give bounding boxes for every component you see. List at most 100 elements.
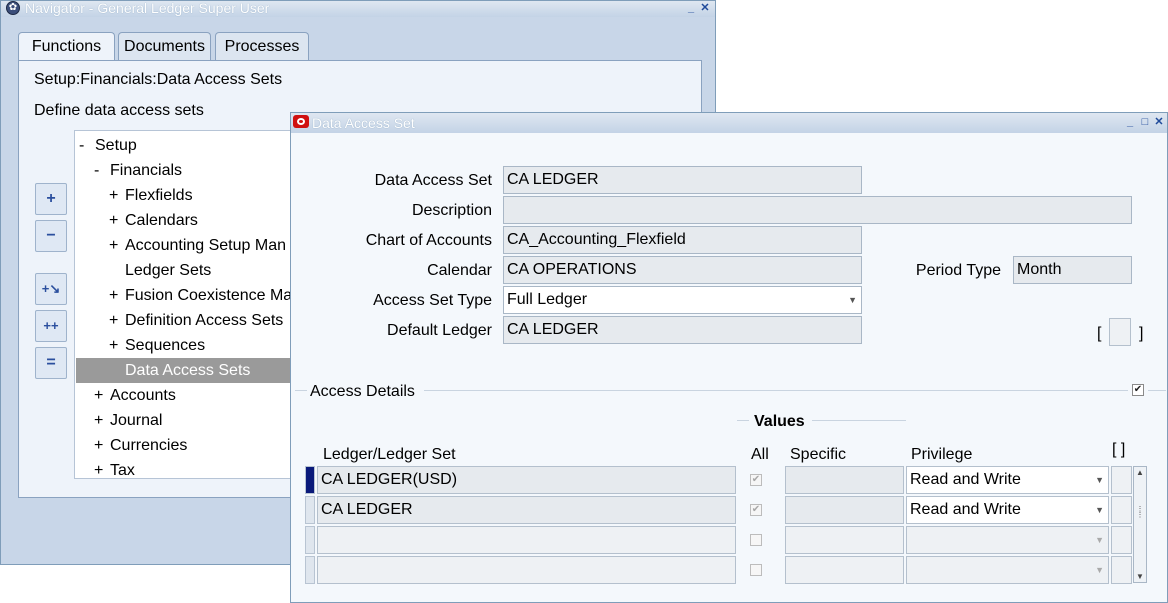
- privilege-value: Read and Write: [910, 501, 1021, 518]
- minimize-icon[interactable]: _: [1124, 116, 1136, 129]
- tree-item-selected[interactable]: Data Access Sets: [76, 358, 313, 383]
- tree-item-label: Accounts: [110, 387, 176, 404]
- scroll-up-icon[interactable]: ▲: [1134, 468, 1146, 477]
- collapse-button[interactable]: −: [35, 220, 67, 252]
- ledger-cell[interactable]: CA LEDGER(USD): [317, 466, 736, 494]
- dropdown-arrow-icon[interactable]: ▼: [848, 287, 857, 313]
- tab-documents[interactable]: Documents: [118, 32, 211, 61]
- period-type-label: Period Type: [915, 262, 1001, 279]
- description-field[interactable]: [503, 196, 1132, 224]
- row-dff-cell[interactable]: [1111, 556, 1132, 584]
- plus-icon: +: [46, 190, 56, 207]
- dropdown-arrow-icon[interactable]: ▼: [1095, 557, 1104, 583]
- record-indicator[interactable]: [305, 526, 315, 554]
- privilege-select[interactable]: Read and Write ▼: [906, 466, 1109, 494]
- dropdown-arrow-icon[interactable]: ▼: [1095, 467, 1104, 493]
- row-dff-cell[interactable]: [1111, 466, 1132, 494]
- app-logo-icon: ✿: [6, 1, 20, 15]
- privilege-select[interactable]: ▼: [906, 526, 1109, 554]
- tree-item[interactable]: - Setup: [79, 133, 137, 158]
- navigator-titlebar: ✿ Navigator - General Ledger Super User …: [1, 0, 715, 17]
- das-titlebar: Data Access Set _ □ ✕: [291, 113, 1167, 133]
- default-ledger-label: Default Ledger: [387, 322, 492, 339]
- current-record-indicator[interactable]: [305, 466, 315, 494]
- row-dff-cell[interactable]: [1111, 526, 1132, 554]
- tree-item[interactable]: - Financials: [94, 158, 182, 183]
- ledger-cell[interactable]: [317, 556, 736, 584]
- all-checkbox[interactable]: [750, 564, 762, 576]
- privilege-select[interactable]: ▼: [906, 556, 1109, 584]
- record-indicator[interactable]: [305, 556, 315, 584]
- expand-branch-button[interactable]: +↘: [35, 273, 67, 305]
- tree-item[interactable]: + Tax: [94, 458, 135, 479]
- all-checkbox[interactable]: ✔: [750, 504, 762, 516]
- descriptive-flexfield-box[interactable]: [1109, 318, 1131, 346]
- tab-processes[interactable]: Processes: [215, 32, 309, 61]
- tree-item[interactable]: + Journal: [94, 408, 162, 433]
- minimize-icon[interactable]: _: [685, 2, 697, 15]
- calendar-label: Calendar: [427, 262, 492, 279]
- specific-cell[interactable]: [785, 526, 904, 554]
- access-details-checkbox[interactable]: ✔: [1132, 384, 1144, 396]
- specific-cell[interactable]: [785, 466, 904, 494]
- access-set-type-select[interactable]: Full Ledger ▼: [503, 286, 862, 314]
- all-checkbox[interactable]: ✔: [750, 474, 762, 486]
- function-tree[interactable]: - Setup - Financials + Flexfields + Calendar…: [74, 130, 314, 479]
- dff-bracket-close: ]: [1139, 325, 1144, 342]
- tree-item[interactable]: + Definition Access Sets: [109, 308, 283, 333]
- chart-of-accounts-field[interactable]: CA_Accounting_Flexfield: [503, 226, 862, 254]
- collapse-all-button[interactable]: =: [35, 347, 67, 379]
- tree-item-label: Tax: [110, 462, 135, 479]
- tree-item-label: Sequences: [125, 337, 206, 354]
- record-indicator[interactable]: [305, 496, 315, 524]
- dropdown-arrow-icon[interactable]: ▼: [1095, 527, 1104, 553]
- ledger-cell[interactable]: [317, 526, 736, 554]
- scroll-thumb-icon[interactable]: ⋮ ⋮: [1134, 506, 1146, 519]
- chart-of-accounts-label: Chart of Accounts: [365, 232, 492, 249]
- tree-item[interactable]: + Currencies: [94, 433, 187, 458]
- tree-item[interactable]: + Accounts: [94, 383, 176, 408]
- function-path: Setup:Financials:Data Access Sets: [34, 71, 283, 88]
- close-icon[interactable]: ✕: [1153, 116, 1165, 129]
- default-ledger-field[interactable]: CA LEDGER: [503, 316, 862, 344]
- column-dff: [ ]: [1112, 441, 1126, 458]
- tree-item[interactable]: + Fusion Coexistence Ma: [109, 283, 292, 308]
- expand-branch-icon: +↘: [41, 281, 61, 296]
- column-ledger: Ledger/Ledger Set: [323, 446, 456, 463]
- specific-cell[interactable]: [785, 556, 904, 584]
- tree-item-label: Financials: [110, 162, 183, 179]
- column-specific: Specific: [790, 446, 847, 463]
- access-set-type-value: Full Ledger: [507, 291, 588, 308]
- tree-item[interactable]: + Calendars: [109, 208, 198, 233]
- collapse-all-icon: =: [46, 354, 56, 371]
- privilege-select[interactable]: Read and Write ▼: [906, 496, 1109, 524]
- row-dff-cell[interactable]: [1111, 496, 1132, 524]
- period-type-field[interactable]: Month: [1013, 256, 1132, 284]
- ledger-cell[interactable]: CA LEDGER: [317, 496, 736, 524]
- expand-button[interactable]: +: [35, 183, 67, 215]
- close-icon[interactable]: ✕: [699, 2, 711, 15]
- dff-bracket-open: [: [1097, 325, 1102, 342]
- tree-item-label: Flexfields: [125, 187, 193, 204]
- specific-cell[interactable]: [785, 496, 904, 524]
- records-scrollbar[interactable]: ▲ ⋮ ⋮ ▼: [1133, 466, 1147, 583]
- expand-all-button[interactable]: ++: [35, 310, 67, 342]
- all-checkbox[interactable]: [750, 534, 762, 546]
- tree-item-label: Data Access Sets: [125, 362, 251, 379]
- section-divider: [1148, 390, 1166, 391]
- calendar-field[interactable]: CA OPERATIONS: [503, 256, 862, 284]
- tree-item-label: Calendars: [125, 212, 198, 229]
- function-description: Define data access sets: [34, 102, 204, 119]
- maximize-icon[interactable]: □: [1139, 116, 1151, 129]
- tree-item-label: Fusion Coexistence Ma: [125, 287, 293, 304]
- scroll-down-icon[interactable]: ▼: [1134, 572, 1146, 581]
- access-details-heading: Access Details: [310, 383, 415, 400]
- values-group-header: Values: [754, 413, 805, 430]
- tree-item[interactable]: + Flexfields: [109, 183, 193, 208]
- tree-item[interactable]: + Accounting Setup Man: [109, 233, 286, 258]
- data-access-set-field[interactable]: CA LEDGER: [503, 166, 862, 194]
- tree-item[interactable]: + Sequences: [109, 333, 205, 358]
- dropdown-arrow-icon[interactable]: ▼: [1095, 497, 1104, 523]
- tree-item[interactable]: Ledger Sets: [109, 258, 211, 283]
- tab-functions[interactable]: Functions: [18, 32, 115, 62]
